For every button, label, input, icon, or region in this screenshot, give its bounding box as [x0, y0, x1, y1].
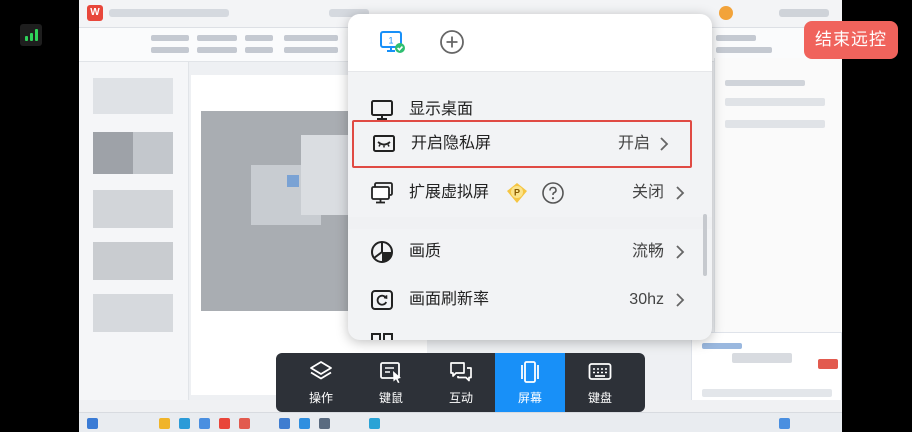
toolbar-operation-button[interactable]: 操作 [286, 353, 356, 412]
premium-badge-icon: P [507, 183, 527, 203]
menu-scrollbar[interactable] [703, 214, 707, 276]
add-circle-icon[interactable] [438, 28, 466, 56]
remote-properties-panel [714, 58, 842, 334]
remote-taskbar [79, 412, 842, 432]
menu-item-label: 画面刷新率 [409, 291, 490, 308]
toolbar-interaction-button[interactable]: 互动 [426, 353, 496, 412]
toolbar-screen-button[interactable]: 屏幕 [495, 353, 565, 412]
chevron-right-icon [676, 245, 685, 259]
toolbar-label: 键鼠 [378, 391, 403, 405]
quality-icon [371, 241, 393, 263]
monitor-selector-bar: 1 [348, 14, 712, 72]
menu-item-value: 关闭 [631, 184, 664, 201]
layers-icon [310, 361, 332, 380]
chevron-right-icon [676, 293, 685, 307]
remote-thumbnail-panel [79, 62, 189, 402]
toolbar-label: 屏幕 [517, 391, 542, 405]
privacy-eye-closed-icon [373, 135, 395, 152]
wps-logo-icon: W [87, 5, 103, 21]
end-remote-control-button[interactable]: 结束远控 [804, 21, 898, 59]
partial-item-icon [371, 333, 393, 340]
toolbar-keyboard-mouse-button[interactable]: 键鼠 [356, 353, 426, 412]
menu-item-image-quality[interactable]: 画质 流畅 [348, 228, 712, 276]
toolbar-label: 互动 [448, 391, 473, 405]
menu-item-label: 画质 [409, 243, 442, 260]
chevron-right-icon [660, 137, 669, 151]
toolbar-label: 键盘 [587, 391, 612, 405]
menu-item-refresh-rate[interactable]: 画面刷新率 30hz [348, 276, 712, 324]
menu-item-label: 扩展虚拟屏 [409, 184, 490, 201]
toolbar-keyboard-button[interactable]: 键盘 [565, 353, 635, 412]
menu-item-label: 显示桌面 [409, 101, 474, 118]
monitor-1-icon[interactable]: 1 [378, 28, 406, 56]
svg-text:P: P [514, 188, 520, 198]
chevron-right-icon [676, 186, 685, 200]
menu-item-value: 开启 [617, 135, 650, 152]
menu-item-partial [348, 324, 712, 340]
refresh-icon [371, 290, 393, 310]
chat-icon [450, 362, 472, 382]
screen-settings-menu: 1 显示桌面 开启隐私屏 开启 扩展虚拟屏 P 关闭 画质 流畅 画面刷新率 3… [348, 14, 712, 340]
menu-item-virtual-screen[interactable]: 扩展虚拟屏 P 关闭 [348, 169, 712, 217]
menu-item-label: 开启隐私屏 [411, 135, 492, 152]
menu-item-value: 流畅 [631, 243, 664, 260]
toolbar-label: 操作 [308, 391, 333, 405]
virtual-screen-icon [371, 182, 393, 204]
menu-item-privacy-screen[interactable]: 开启隐私屏 开启 [352, 120, 692, 168]
desktop-icon [371, 100, 393, 120]
keyboard-icon [588, 363, 612, 380]
keyboard-mouse-icon [380, 362, 401, 383]
signal-strength-icon [20, 24, 42, 46]
svg-text:1: 1 [388, 36, 393, 46]
help-circle-icon[interactable] [541, 181, 565, 205]
menu-item-value: 30hz [629, 291, 664, 308]
screen-icon [521, 361, 539, 383]
remote-control-toolbar: 操作 键鼠 互动 屏幕 键盘 [276, 353, 645, 412]
